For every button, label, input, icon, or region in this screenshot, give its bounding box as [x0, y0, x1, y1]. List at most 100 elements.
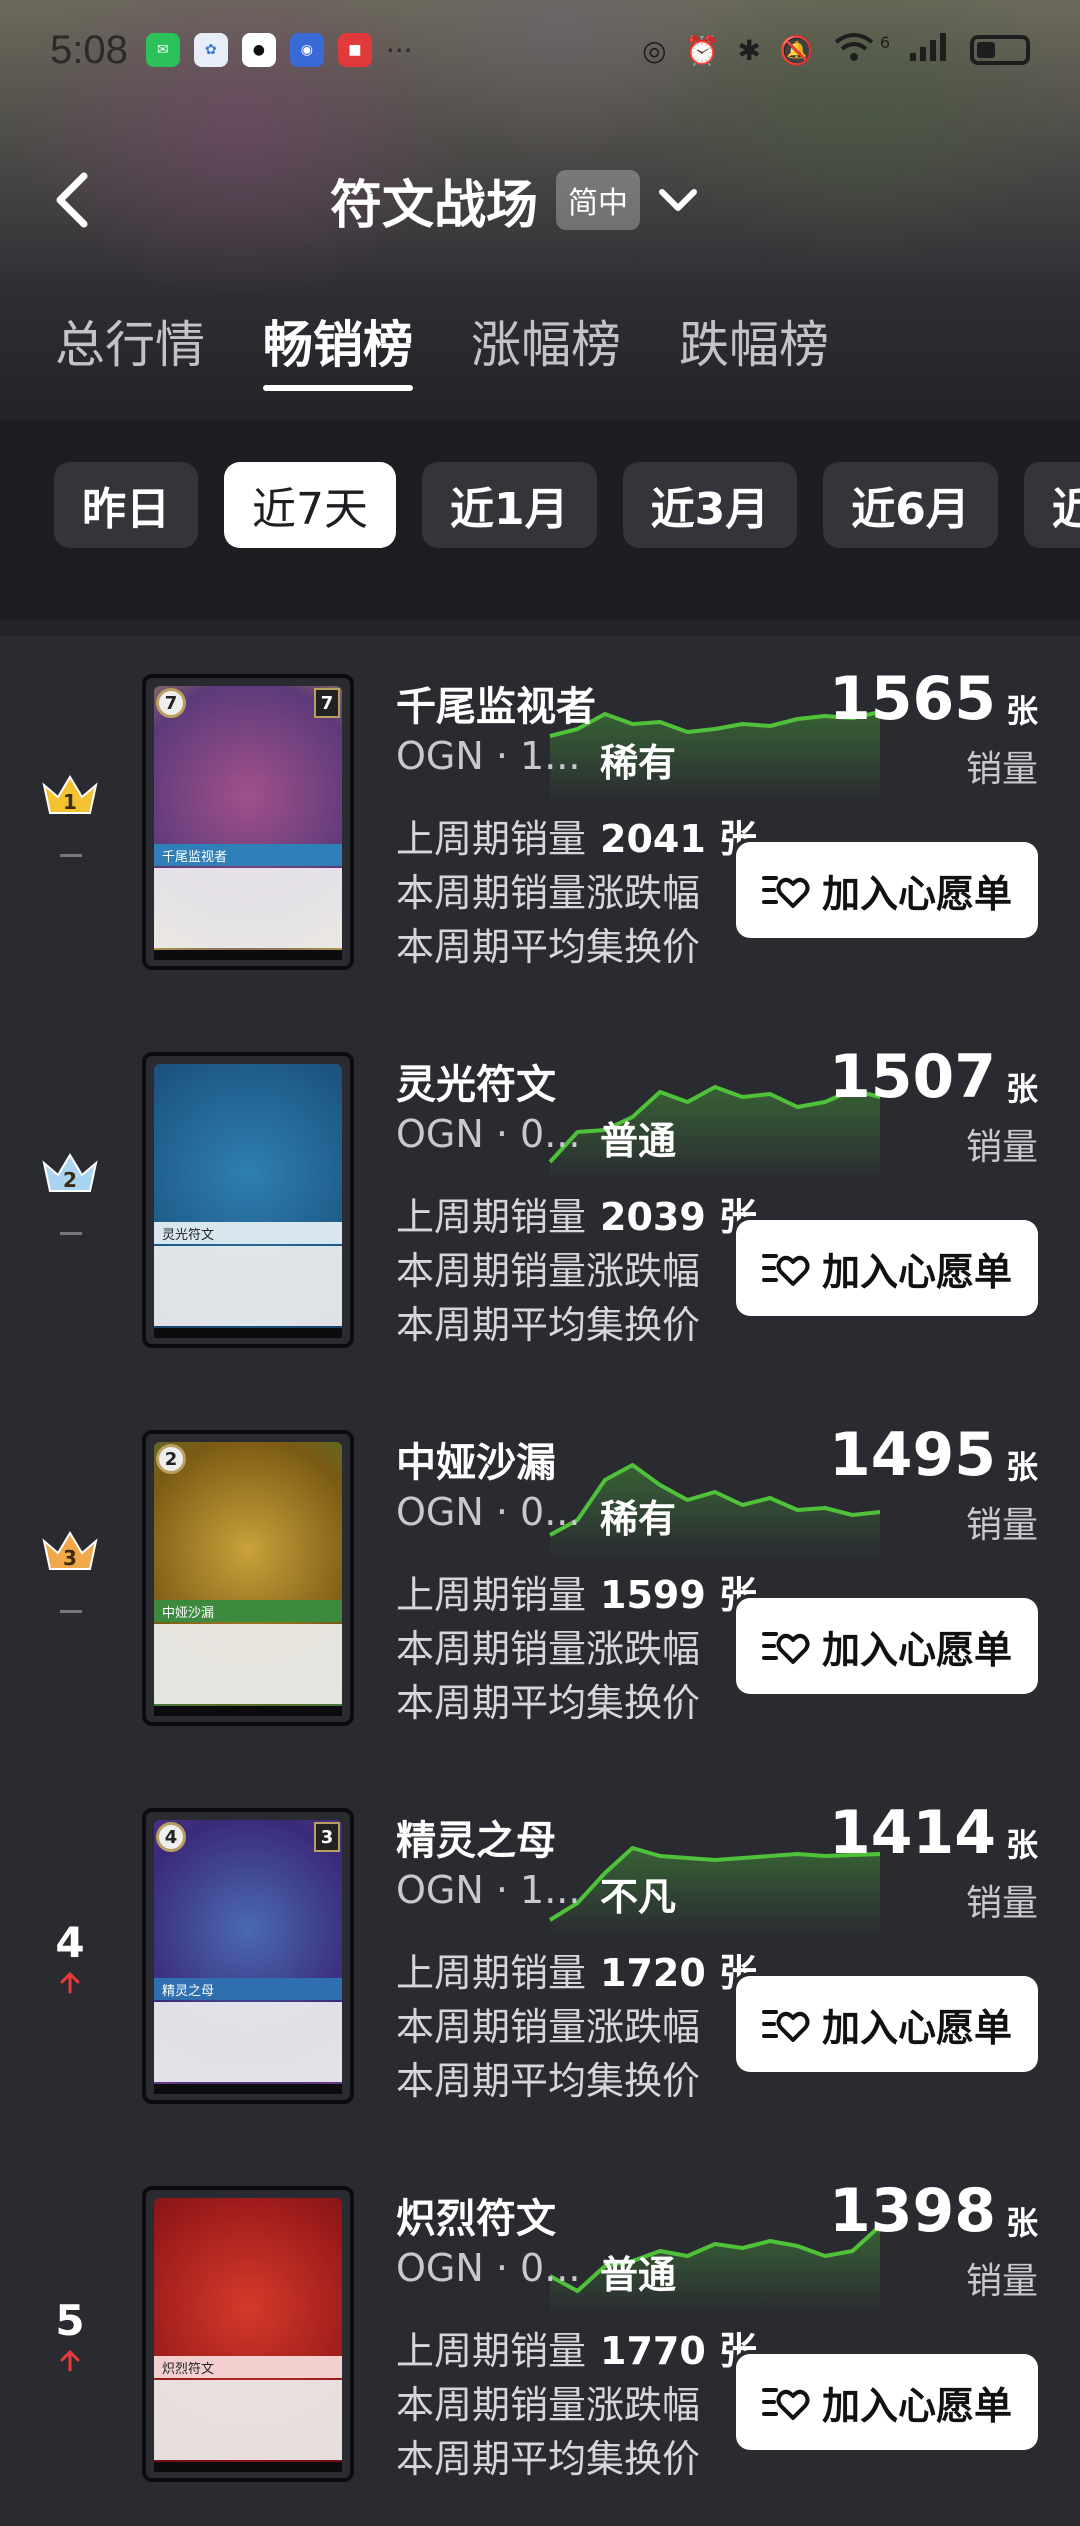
card-cost: 2 — [156, 1444, 186, 1474]
wifi-icon — [832, 30, 876, 71]
chevron-down-icon[interactable] — [658, 180, 698, 220]
card-footer — [154, 1328, 342, 1338]
card-thumbnail[interactable]: 2 中娅沙漏 — [142, 1430, 354, 1726]
previous-sales-value: 1599 张 — [600, 1573, 758, 1617]
sales-change-label: 本周期销量涨跌幅 — [396, 871, 701, 915]
wishlist-heart-icon — [761, 2388, 810, 2420]
wishlist-button-label: 加入心愿单 — [821, 1627, 1012, 1672]
card-name: 精灵之母 — [396, 1818, 556, 1864]
card-code: OGN · 0... — [396, 1490, 581, 1534]
qq-icon: ● — [241, 33, 276, 67]
rank-unchanged-dash — [60, 1232, 82, 1235]
chip-yesterday[interactable]: 昨日 — [54, 462, 198, 548]
previous-sales-row: 上周期销量 2041 张 — [396, 808, 757, 863]
average-price-label: 本周期平均集换价 — [396, 2437, 701, 2481]
card-rarity: 稀有 — [600, 741, 677, 785]
wechat-icon: ✉ — [145, 33, 180, 67]
add-to-wishlist-button[interactable]: 加入心愿单 — [736, 1976, 1038, 2072]
rank-up-arrow-icon — [60, 2349, 80, 2372]
card-thumbnail[interactable]: 4 3 精灵之母 — [142, 1808, 354, 2104]
wishlist-heart-icon — [761, 1254, 810, 1286]
notification-icons: ✉ ✿ ● ◉ ■ ··· — [145, 33, 413, 67]
card-text-box — [154, 868, 342, 948]
status-time: 5:08 — [50, 27, 128, 72]
previous-sales-row: 上周期销量 1770 张 — [396, 2320, 757, 2375]
sales-unit: 张 — [1005, 1070, 1038, 1108]
card-thumbnail[interactable]: 炽烈符文 — [142, 2186, 354, 2482]
crown-icon: 3 — [42, 1531, 98, 1570]
rank-number: 3 — [63, 1546, 77, 1570]
chip-7-days[interactable]: 近7天 — [224, 462, 396, 548]
tab-bestsellers[interactable]: 畅销榜 — [263, 305, 413, 391]
period-filter: 昨日 近7天 近1月 近3月 近6月 近 — [0, 420, 1080, 620]
rank-number: 5 — [55, 2296, 85, 2345]
previous-sales-row: 上周期销量 1599 张 — [396, 1564, 757, 1619]
add-to-wishlist-button[interactable]: 加入心愿单 — [736, 2354, 1038, 2450]
add-to-wishlist-button[interactable]: 加入心愿单 — [736, 1220, 1038, 1316]
list-item[interactable]: 5 炽烈符文 炽烈符文 OGN · 0... 普通 1398 张 销量 上周期销… — [0, 2148, 1080, 2526]
rank-number: 1 — [63, 790, 77, 814]
add-to-wishlist-button[interactable]: 加入心愿单 — [736, 1598, 1038, 1694]
sales-label: 销量 — [965, 1127, 1038, 1168]
sales-label: 销量 — [965, 2261, 1038, 2302]
rank-unchanged-dash — [60, 854, 82, 857]
card-footer — [154, 950, 342, 960]
sales-label: 销量 — [965, 1883, 1038, 1924]
wishlist-button-label: 加入心愿单 — [821, 2005, 1012, 2050]
previous-sales-value: 1770 张 — [600, 2329, 758, 2373]
cellular-icon — [908, 31, 952, 70]
card-thumbnail[interactable]: 灵光符文 — [142, 1052, 354, 1348]
chip-1-month[interactable]: 近1月 — [422, 462, 597, 548]
chip-more[interactable]: 近 — [1023, 462, 1080, 548]
average-price-label: 本周期平均集换价 — [396, 2059, 701, 2103]
card-thumbnail[interactable]: 7 7 千尾监视者 — [142, 674, 354, 970]
list-item[interactable]: 4 4 3 精灵之母 精灵之母 OGN · 1... 不凡 1414 张 销量 … — [0, 1770, 1080, 2148]
crown-icon: 2 — [42, 1153, 98, 1192]
wishlist-heart-icon — [761, 876, 810, 908]
sales-count: 1507 — [829, 1042, 996, 1112]
more-icon: ··· — [385, 33, 413, 67]
app-notification-icon: ✿ — [193, 33, 228, 67]
status-right: ◎ ⏰ ✱ 🔕 6 — [642, 30, 1030, 71]
card-text-box — [154, 2380, 342, 2460]
wishlist-button-label: 加入心愿单 — [821, 1249, 1012, 1294]
back-button[interactable] — [40, 168, 104, 232]
chevron-left-icon — [56, 172, 88, 228]
card-code: OGN · 1... — [396, 1868, 581, 1912]
sales-count: 1495 — [829, 1420, 996, 1490]
tab-losers[interactable]: 跌幅榜 — [679, 305, 829, 377]
rank-number: 2 — [63, 1168, 77, 1192]
card-power: 3 — [314, 1822, 340, 1852]
card-thumb-name: 中娅沙漏 — [154, 1600, 342, 1622]
list-item[interactable]: 1 7 7 千尾监视者 千尾监视者 OGN · 1... 稀有 1565 张 销… — [0, 636, 1080, 1014]
sales-count: 1414 — [829, 1798, 996, 1868]
crown-icon: 1 — [42, 775, 98, 814]
card-footer — [154, 2084, 342, 2094]
sales-count: 1398 — [829, 2176, 996, 2246]
previous-sales-label: 上周期销量 — [396, 1195, 587, 1239]
sales-change-label: 本周期销量涨跌幅 — [396, 2005, 701, 2049]
card-name: 中娅沙漏 — [396, 1440, 556, 1486]
sales-label: 销量 — [965, 1505, 1038, 1546]
battery-icon — [970, 35, 1030, 65]
chip-3-months[interactable]: 近3月 — [622, 462, 798, 548]
previous-sales-value: 2039 张 — [600, 1195, 758, 1239]
tab-gainers[interactable]: 涨幅榜 — [471, 305, 621, 377]
card-rarity: 普通 — [600, 1119, 677, 1163]
chip-6-months[interactable]: 近6月 — [823, 462, 998, 548]
tab-overview[interactable]: 总行情 — [55, 305, 205, 377]
wishlist-button-label: 加入心愿单 — [821, 2383, 1012, 2428]
previous-sales-label: 上周期销量 — [396, 1951, 587, 1995]
language-badge: 简中 — [556, 170, 641, 230]
add-to-wishlist-button[interactable]: 加入心愿单 — [736, 842, 1038, 938]
card-footer — [154, 2462, 342, 2472]
previous-sales-value: 2041 张 — [600, 817, 758, 861]
card-cost: 4 — [156, 1822, 186, 1852]
status-bar: 5:08 ✉ ✿ ● ◉ ■ ··· ◎ ⏰ ✱ 🔕 6 — [0, 0, 1080, 100]
previous-sales-label: 上周期销量 — [396, 1573, 587, 1617]
title-group[interactable]: 符文战场 简中 — [330, 162, 698, 238]
previous-sales-value: 1720 张 — [600, 1951, 758, 1995]
nav-bar: 符文战场 简中 — [0, 150, 1080, 250]
list-item[interactable]: 3 2 中娅沙漏 中娅沙漏 OGN · 0... 稀有 1495 张 销量 上周… — [0, 1392, 1080, 1770]
list-item[interactable]: 2 灵光符文 灵光符文 OGN · 0... 普通 1507 张 销量 上周期销… — [0, 1014, 1080, 1392]
